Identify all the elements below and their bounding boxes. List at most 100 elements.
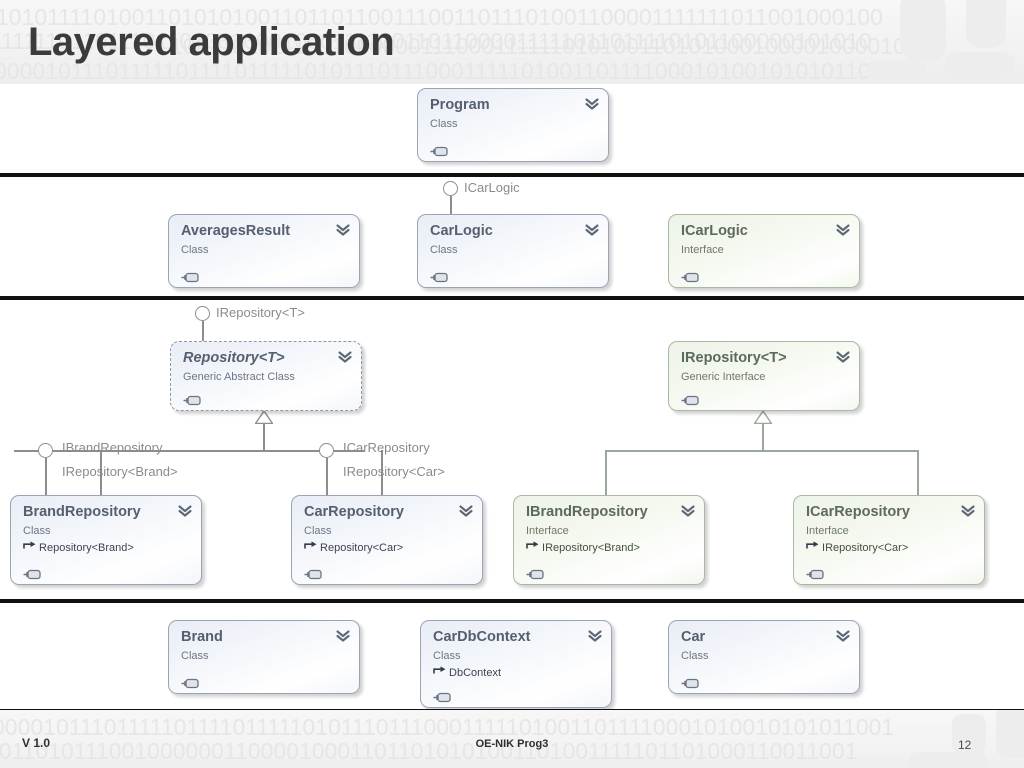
lollipop-label: ICarLogic (464, 180, 520, 195)
inheritance-arrow-icon (806, 541, 819, 554)
member-pill-icon (304, 567, 326, 580)
inheritance-arrow-icon (526, 541, 539, 554)
uml-class-box-ibrand-repository[interactable]: IBrandRepository Interface IRepository<Br… (513, 495, 705, 585)
chevron-double-down-icon[interactable] (178, 504, 192, 518)
header-decor-shape (900, 0, 946, 62)
provided-interface-lollipop-icon (443, 181, 458, 196)
uml-class-stereotype: Generic Abstract Class (183, 371, 295, 384)
uml-class-box-averages-result[interactable]: AveragesResult Class (168, 214, 360, 288)
uml-class-name: CarLogic (430, 223, 493, 239)
binary-decor-row: 0000101110111110111101111101011101110001… (0, 714, 895, 740)
uml-class-box-irepository-t[interactable]: IRepository<T> Generic Interface (668, 341, 860, 411)
uml-class-stereotype: Class (430, 118, 458, 131)
chevron-double-down-icon[interactable] (585, 97, 599, 111)
uml-class-box-program[interactable]: Program Class (417, 88, 609, 162)
uml-class-name: Car (681, 629, 706, 645)
uml-class-box-icar-logic[interactable]: ICarLogic Interface (668, 214, 860, 288)
lollipop-label-secondary: IRepository<Brand> (62, 464, 178, 479)
uml-class-name: AveragesResult (181, 223, 291, 239)
footer-course-label: OE-NIK Prog3 (475, 738, 549, 750)
member-pill-icon (183, 393, 205, 406)
chevron-double-down-icon[interactable] (588, 629, 602, 643)
uml-class-stereotype: Interface (806, 525, 849, 538)
uml-class-stereotype: Class (304, 525, 332, 538)
member-pill-icon (430, 270, 452, 283)
lollipop-label-secondary: IRepository<Car> (343, 464, 445, 479)
uml-class-name: IBrandRepository (526, 504, 648, 520)
uml-class-box-car-logic[interactable]: CarLogic Class (417, 214, 609, 288)
chevron-double-down-icon[interactable] (961, 504, 975, 518)
connector-icarrepository-lollipop-stem (326, 458, 328, 495)
uml-base-type: IRepository<Car> (806, 541, 972, 554)
inheritance-arrow-icon (304, 541, 317, 554)
provided-interface-lollipop-icon (38, 443, 53, 458)
uml-base-type: IRepository<Brand> (526, 541, 692, 554)
uml-class-name: ICarRepository (806, 504, 910, 520)
chevron-double-down-icon[interactable] (681, 504, 695, 518)
uml-class-box-car-repository[interactable]: CarRepository Class Repository<Car> (291, 495, 483, 585)
uml-class-box-repository-t[interactable]: Repository<T> Generic Abstract Class (170, 341, 362, 411)
uml-base-type: DbContext (433, 666, 599, 679)
uml-class-stereotype: Class (23, 525, 51, 538)
provided-interface-lollipop-icon (319, 443, 334, 458)
uml-base-type: Repository<Car> (304, 541, 470, 554)
inheritance-arrow-icon (433, 666, 446, 679)
uml-class-box-car-db-context[interactable]: CarDbContext Class DbContext (420, 620, 612, 708)
chevron-double-down-icon[interactable] (836, 223, 850, 237)
uml-class-name: CarRepository (304, 504, 404, 520)
connector-irepository-bus (605, 450, 918, 452)
slide-header: 1010111101001101010100110110110011100110… (0, 0, 1024, 84)
layer-separator-presentation-logic (0, 173, 1024, 177)
uml-base-type: Repository<Brand> (23, 541, 189, 554)
layer-separator-logic-repository (0, 296, 1024, 300)
member-pill-icon (681, 393, 703, 406)
footer-page-number: 12 (958, 738, 972, 752)
uml-class-name: IRepository<T> (681, 350, 787, 366)
lollipop-label: IRepository<T> (216, 305, 305, 320)
uml-class-stereotype: Class (433, 650, 461, 663)
chevron-double-down-icon[interactable] (338, 350, 352, 364)
uml-class-stereotype: Class (181, 650, 209, 663)
uml-class-stereotype: Interface (681, 244, 724, 257)
footer-decor-shape (996, 710, 1024, 758)
member-pill-icon (433, 690, 455, 703)
uml-class-box-brand[interactable]: Brand Class (168, 620, 360, 694)
member-pill-icon (181, 270, 203, 283)
header-decor-shape (966, 0, 1006, 48)
uml-class-box-car[interactable]: Car Class (668, 620, 860, 694)
uml-class-box-brand-repository[interactable]: BrandRepository Class Repository<Brand> (10, 495, 202, 585)
uml-class-stereotype: Class (430, 244, 458, 257)
layer-separator-repository-data (0, 599, 1024, 603)
provided-interface-lollipop-icon (195, 306, 210, 321)
member-pill-icon (181, 676, 203, 689)
lollipop-label: IBrandRepository (62, 440, 163, 455)
chevron-double-down-icon[interactable] (836, 350, 850, 364)
uml-class-name: BrandRepository (23, 504, 141, 520)
lollipop-label: ICarRepository (343, 440, 430, 455)
uml-class-name: ICarLogic (681, 223, 748, 239)
connector-ibrandrepository-riser (605, 450, 607, 495)
page-title: Layered application (28, 20, 395, 64)
uml-class-name: Repository<T> (183, 350, 285, 366)
chevron-double-down-icon[interactable] (336, 223, 350, 237)
member-pill-icon (681, 676, 703, 689)
chevron-double-down-icon[interactable] (585, 223, 599, 237)
member-pill-icon (806, 567, 828, 580)
inheritance-arrow-icon (23, 541, 36, 554)
footer-decor-shape (908, 752, 988, 768)
uml-class-name: Brand (181, 629, 223, 645)
connector-icarrepository-riser (917, 450, 919, 495)
connector-ibrandrepository-lollipop-stem (45, 458, 47, 495)
uml-class-stereotype: Generic Interface (681, 371, 766, 384)
chevron-double-down-icon[interactable] (336, 629, 350, 643)
connector-irepository-trunk (762, 423, 764, 451)
uml-class-name: CarDbContext (433, 629, 531, 645)
uml-class-name: Program (430, 97, 490, 113)
uml-class-stereotype: Class (681, 650, 709, 663)
chevron-double-down-icon[interactable] (836, 629, 850, 643)
connector-repository-trunk (263, 423, 265, 451)
uml-class-box-icar-repository[interactable]: ICarRepository Interface IRepository<Car> (793, 495, 985, 585)
header-decor-shape (866, 60, 926, 80)
uml-class-stereotype: Interface (526, 525, 569, 538)
chevron-double-down-icon[interactable] (459, 504, 473, 518)
